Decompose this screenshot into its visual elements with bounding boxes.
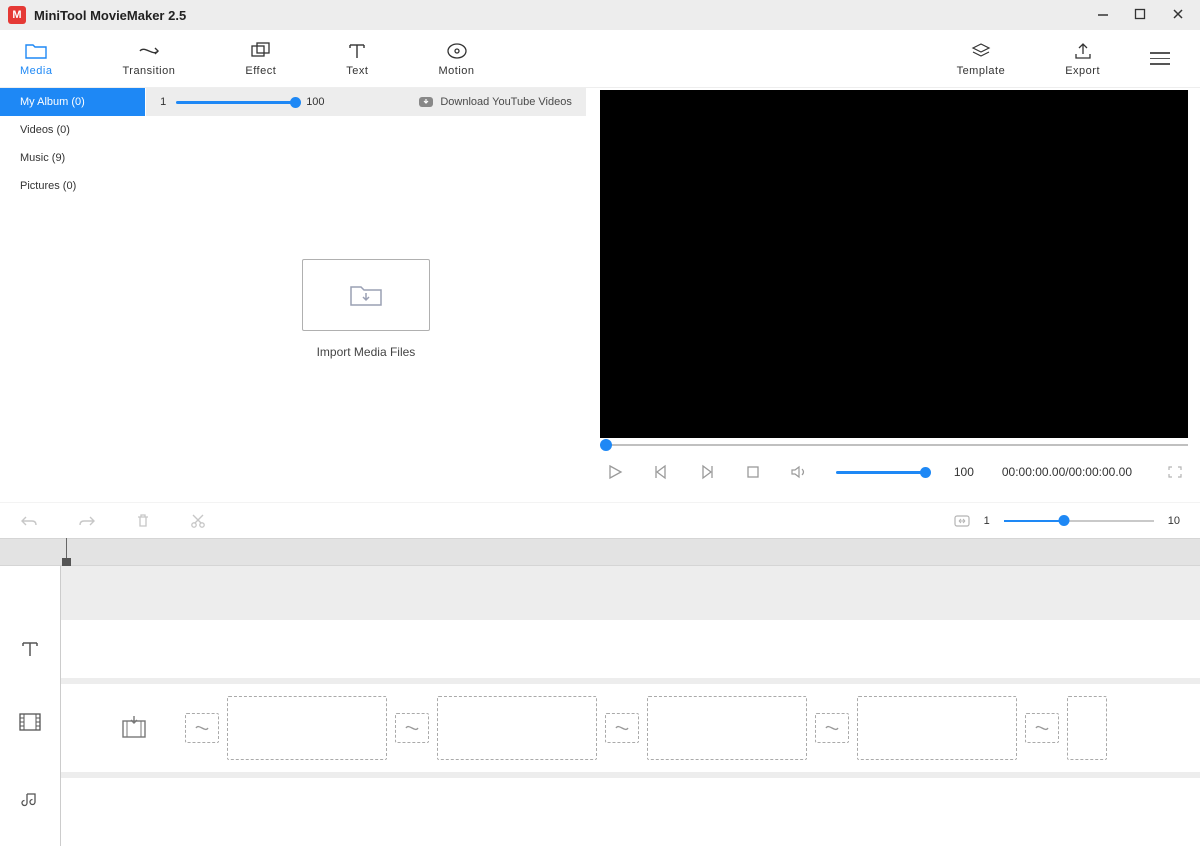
- tab-effect[interactable]: Effect: [245, 41, 276, 77]
- tab-transition-label: Transition: [122, 65, 175, 77]
- download-youtube-label: Download YouTube Videos: [440, 96, 572, 108]
- track-labels: [0, 566, 60, 841]
- clip-slot[interactable]: [857, 696, 1017, 760]
- zoom-slider[interactable]: [1004, 520, 1154, 522]
- volume-value: 100: [954, 465, 974, 479]
- transition-slot[interactable]: [1025, 713, 1059, 743]
- clip-slot[interactable]: [647, 696, 807, 760]
- titlebar: M MiniTool MovieMaker 2.5: [0, 0, 1200, 30]
- download-icon: [418, 96, 434, 108]
- app-title: MiniTool MovieMaker 2.5: [34, 8, 186, 23]
- cut-button[interactable]: [190, 513, 206, 529]
- track-area: [60, 566, 1200, 841]
- volume-icon[interactable]: [790, 463, 808, 481]
- clip-slot[interactable]: [1067, 696, 1107, 760]
- preview-pane: 100 00:00:00.00/00:00:00.00: [586, 88, 1200, 502]
- tab-text-label: Text: [346, 65, 368, 77]
- clip-slot[interactable]: [227, 696, 387, 760]
- media-header: 1 100 Download YouTube Videos: [146, 88, 586, 116]
- preview-controls: 100 00:00:00.00/00:00:00.00: [600, 452, 1188, 492]
- menu-button[interactable]: [1150, 52, 1170, 65]
- minimize-button[interactable]: [1096, 8, 1116, 22]
- next-frame-button[interactable]: [698, 463, 716, 481]
- motion-icon: [446, 41, 468, 61]
- transition-slot[interactable]: [605, 713, 639, 743]
- tab-media[interactable]: Media: [20, 41, 52, 77]
- fullscreen-button[interactable]: [1168, 466, 1182, 478]
- media-body: Import Media Files: [146, 116, 586, 502]
- export-button[interactable]: Export: [1065, 41, 1100, 77]
- tab-transition[interactable]: Transition: [122, 41, 175, 77]
- text-track[interactable]: [60, 620, 1200, 678]
- play-button[interactable]: [606, 463, 624, 481]
- sidebar-item-pictures[interactable]: Pictures (0): [0, 172, 145, 200]
- volume-slider[interactable]: [836, 471, 926, 474]
- export-icon: [1072, 41, 1094, 61]
- timeline: [0, 538, 1200, 841]
- thumb-size-min: 1: [160, 96, 166, 108]
- import-folder-icon: [349, 282, 383, 308]
- audio-track-icon: [0, 766, 60, 834]
- sidebar-item-videos[interactable]: Videos (0): [0, 116, 145, 144]
- transition-icon: [138, 41, 160, 61]
- tab-motion[interactable]: Motion: [438, 41, 474, 77]
- export-label: Export: [1065, 65, 1100, 77]
- preview-video[interactable]: [600, 90, 1188, 438]
- tab-text[interactable]: Text: [346, 41, 368, 77]
- edit-bar: 1 10: [0, 502, 1200, 538]
- content-row: My Album (0) Videos (0) Music (9) Pictur…: [0, 88, 1200, 502]
- redo-button[interactable]: [78, 514, 96, 528]
- undo-button[interactable]: [20, 514, 38, 528]
- tab-motion-label: Motion: [438, 65, 474, 77]
- app-logo: M: [8, 6, 26, 24]
- thumb-size-max: 100: [306, 96, 324, 108]
- sidebar-item-music[interactable]: Music (9): [0, 144, 145, 172]
- video-track[interactable]: [60, 684, 1200, 772]
- download-youtube-button[interactable]: Download YouTube Videos: [418, 96, 572, 108]
- folder-icon: [25, 41, 47, 61]
- fit-zoom-button[interactable]: [954, 515, 970, 527]
- sidebar-item-my-album[interactable]: My Album (0): [0, 88, 145, 116]
- prev-frame-button[interactable]: [652, 463, 670, 481]
- text-track-icon: [0, 620, 60, 678]
- preview-seek[interactable]: [600, 438, 1188, 452]
- transition-slot[interactable]: [395, 713, 429, 743]
- zoom-max: 10: [1168, 515, 1180, 527]
- template-button[interactable]: Template: [957, 41, 1006, 77]
- import-media-button[interactable]: [302, 259, 430, 331]
- tab-effect-label: Effect: [245, 65, 276, 77]
- delete-button[interactable]: [136, 513, 150, 529]
- timeline-ruler[interactable]: [0, 538, 1200, 566]
- window-controls: [1096, 8, 1192, 22]
- close-button[interactable]: [1172, 8, 1192, 22]
- media-pane: 1 100 Download YouTube Videos Import Med…: [145, 88, 586, 502]
- tab-media-label: Media: [20, 65, 52, 77]
- maximize-button[interactable]: [1134, 8, 1154, 22]
- stop-button[interactable]: [744, 463, 762, 481]
- audio-track[interactable]: [60, 778, 1200, 846]
- effect-icon: [250, 41, 272, 61]
- template-label: Template: [957, 65, 1006, 77]
- thumb-size-slider[interactable]: [176, 101, 296, 104]
- text-icon: [346, 41, 368, 61]
- drop-media-icon: [121, 715, 147, 741]
- transition-slot[interactable]: [815, 713, 849, 743]
- video-track-icon: [0, 678, 60, 766]
- media-sidebar: My Album (0) Videos (0) Music (9) Pictur…: [0, 88, 145, 502]
- zoom-min: 1: [984, 515, 990, 527]
- clip-slot[interactable]: [437, 696, 597, 760]
- import-media-label: Import Media Files: [317, 345, 416, 359]
- template-icon: [970, 41, 992, 61]
- timecode: 00:00:00.00/00:00:00.00: [1002, 465, 1132, 479]
- transition-slot[interactable]: [185, 713, 219, 743]
- main-toolbar: Media Transition Effect Text Motion Temp…: [0, 30, 1200, 88]
